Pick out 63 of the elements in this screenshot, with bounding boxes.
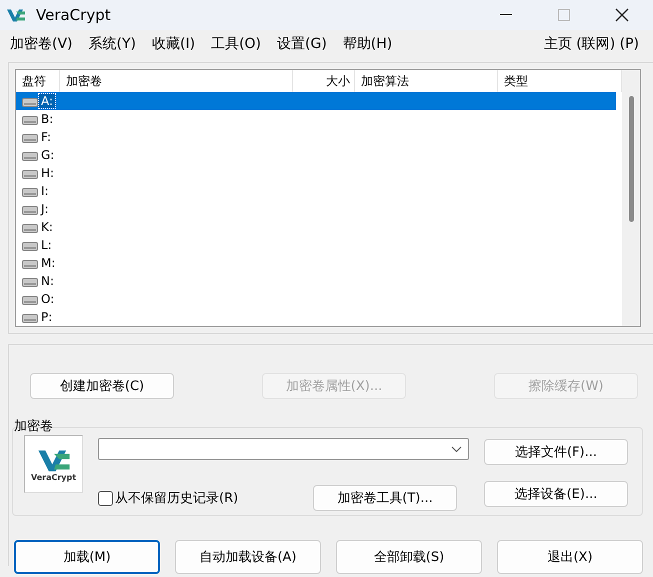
drive-icon: [22, 168, 38, 178]
app-logo-icon: [6, 7, 26, 23]
drive-letter: K:: [40, 220, 54, 234]
drive-letter: N:: [40, 274, 56, 288]
drive-row[interactable]: N:: [16, 272, 616, 290]
drive-icon: [22, 276, 38, 286]
drive-row[interactable]: B:: [16, 110, 616, 128]
dropdown-caret-icon: [451, 446, 462, 452]
drive-row[interactable]: H:: [16, 164, 616, 182]
drive-letter: F:: [40, 130, 52, 144]
checkbox-label[interactable]: 从不保留历史记录(R): [115, 489, 238, 507]
drive-row[interactable]: I:: [16, 182, 616, 200]
drive-icon: [22, 132, 38, 142]
drive-icon: [22, 204, 38, 214]
menu-item[interactable]: 加密卷(V): [2, 35, 81, 53]
scrollbar-thumb[interactable]: [628, 96, 634, 222]
drive-row[interactable]: O:: [16, 290, 616, 308]
drive-icon: [22, 240, 38, 250]
mount-button[interactable]: 加载(M): [14, 540, 160, 574]
select-device-button[interactable]: 选择设备(E)...: [484, 481, 628, 507]
drive-icon: [22, 258, 38, 268]
menu-item[interactable]: 工具(O): [203, 35, 270, 53]
volume-tools-button[interactable]: 加密卷工具(T)...: [313, 485, 457, 511]
menu-item[interactable]: 设置(G): [269, 35, 335, 53]
group-title: 加密卷: [14, 420, 53, 434]
drive-icon: [22, 114, 38, 124]
drive-icon: [22, 186, 38, 196]
drive-row[interactable]: A:: [16, 92, 616, 110]
window-title: VeraCrypt: [36, 6, 111, 24]
drive-row[interactable]: K:: [16, 218, 616, 236]
drive-row[interactable]: P:: [16, 308, 616, 326]
menu-item[interactable]: 主页 (联网) (P): [536, 35, 647, 53]
drive-letter: I:: [40, 184, 50, 198]
drive-letter: M:: [40, 256, 56, 270]
drive-icon: [22, 222, 38, 232]
auto-mount-button[interactable]: 自动加载设备(A): [175, 540, 321, 574]
drive-icon: [22, 96, 38, 106]
drive-icon: [22, 294, 38, 304]
drive-letter: P:: [40, 310, 54, 324]
drive-icon: [22, 150, 38, 160]
drive-row[interactable]: L:: [16, 236, 616, 254]
history-checkbox[interactable]: [98, 490, 113, 506]
drive-letter: J:: [39, 202, 50, 216]
exit-button[interactable]: 退出(X): [497, 540, 643, 574]
drive-letter: G:: [40, 148, 56, 162]
drive-icon: [22, 312, 38, 322]
drive-row[interactable]: F:: [16, 128, 616, 146]
volume-path-dropdown[interactable]: [98, 438, 469, 460]
drive-letter: A:: [39, 94, 56, 108]
drive-letter: B:: [40, 112, 54, 126]
create-volume-button[interactable]: 创建加密卷(C): [30, 373, 174, 399]
menu-item[interactable]: 收藏(I): [144, 35, 204, 53]
drive-letter: O:: [40, 292, 56, 306]
dismount-all-button[interactable]: 全部卸载(S): [336, 540, 482, 574]
drive-row[interactable]: M:: [16, 254, 616, 272]
drive-letter: H:: [40, 166, 56, 180]
menu-item[interactable]: 系统(Y): [80, 35, 144, 53]
select-file-button[interactable]: 选择文件(F)...: [484, 439, 628, 465]
drive-row[interactable]: J:: [16, 200, 616, 218]
drive-letter: L:: [40, 238, 53, 252]
drive-row[interactable]: G:: [16, 146, 616, 164]
menu-item[interactable]: 帮助(H): [334, 35, 400, 53]
app-logo: VeraCrypt: [24, 435, 83, 493]
